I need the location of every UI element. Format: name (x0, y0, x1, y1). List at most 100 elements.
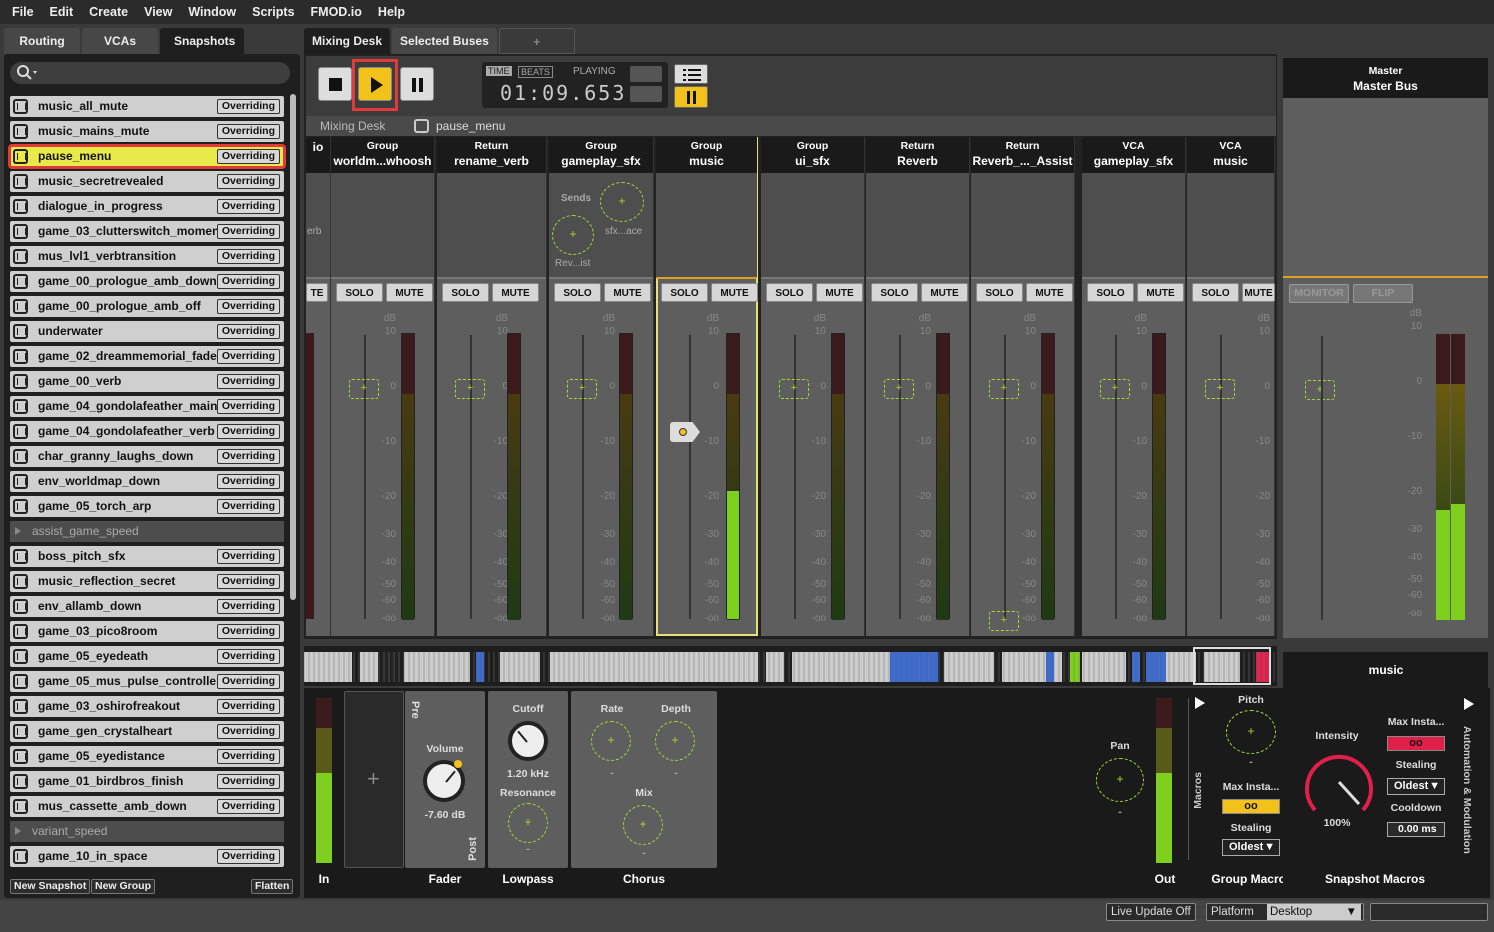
solo-button[interactable]: SOLO (442, 283, 489, 302)
snapshot-item[interactable]: env_worldmap_down Overriding (10, 471, 284, 492)
send-knob-reverb-assist[interactable]: + (552, 215, 594, 255)
fader-knob[interactable]: + (1205, 379, 1235, 399)
mute-button[interactable]: MUTE (386, 283, 433, 302)
fader-handle[interactable] (670, 422, 700, 442)
solo-button[interactable]: SOLO (336, 283, 383, 302)
flip-button[interactable]: FLIP (1353, 284, 1413, 303)
expand-automation-icon[interactable] (1463, 698, 1475, 710)
overriding-badge[interactable]: Overriding (216, 574, 280, 589)
snapshot-item[interactable]: char_granny_laughs_down Overriding (10, 446, 284, 467)
overriding-badge[interactable]: Overriding (216, 349, 280, 364)
channel-strip[interactable]: io TE erb (306, 137, 331, 636)
monitor-button[interactable]: MONITOR (1289, 284, 1349, 303)
tab-routing[interactable]: Routing (4, 28, 80, 54)
group-max-inst-field[interactable]: oo (1222, 799, 1280, 814)
overriding-badge[interactable]: Overriding (216, 249, 280, 264)
snapshot-item[interactable]: env_allamb_down Overriding (10, 596, 284, 617)
overriding-badge[interactable]: Overriding (216, 699, 280, 714)
snapshot-item[interactable]: game_04_gondolafeather_verb Overriding (10, 421, 284, 442)
solo-button[interactable]: SOLO (554, 283, 601, 302)
list-scrollbar[interactable] (290, 94, 296, 600)
strip-header[interactable]: Return rename_verb (437, 137, 546, 173)
follow-button[interactable] (630, 86, 662, 102)
fader-knob[interactable]: + (1100, 379, 1130, 399)
channel-strip[interactable]: VCA music SOLO MUTE dB 10 0 -10 -20 -30 -40 -50 -60 -… (1187, 137, 1275, 636)
snapshot-item[interactable]: pause_menu Overriding (8, 144, 286, 169)
strip-header[interactable]: Return Reverb_..._Assist (971, 137, 1074, 173)
channel-strip[interactable]: Group ui_sfx SOLO MUTE dB 10 0 -10 -20 -30 -40 -50 -… (761, 137, 865, 636)
snapshot-item[interactable]: underwater Overriding (10, 321, 284, 342)
cutoff-knob[interactable] (508, 721, 548, 761)
snapshot-group[interactable]: variant_speed (10, 821, 284, 842)
overriding-badge[interactable]: Overriding (216, 599, 280, 614)
menu-item-scripts[interactable]: Scripts (252, 5, 294, 19)
solo-button[interactable]: SOLO (1087, 283, 1134, 302)
channel-strip[interactable]: Return Reverb_..._Assist SOLO MUTE dB 10 0 -10 -… (971, 137, 1075, 636)
snapshot-item[interactable]: game_05_mus_pulse_controller Overriding (10, 671, 284, 692)
channel-strip[interactable]: VCA gameplay_sfx SOLO MUTE dB 10 0 -10 -20 -30 -40… (1082, 137, 1186, 636)
mute-button[interactable]: MUTE (492, 283, 539, 302)
send-handle[interactable]: + (989, 611, 1019, 631)
pan-knob[interactable]: + (1096, 758, 1144, 802)
master-fader[interactable]: + (1305, 380, 1335, 400)
overriding-badge[interactable]: Overriding (216, 749, 280, 764)
menu-item-window[interactable]: Window (188, 5, 236, 19)
channel-strip[interactable]: Group music SOLO MUTE dB 10 0 -10 -20 -30 -40 -50 -6… (656, 137, 758, 636)
snapshot-item[interactable]: game_03_clutterswitch_moment Overriding (10, 221, 284, 242)
overriding-badge[interactable]: Overriding (216, 99, 280, 114)
resonance-knob[interactable]: + (508, 803, 548, 843)
menu-item-help[interactable]: Help (378, 5, 405, 19)
overriding-badge[interactable]: Overriding (216, 474, 280, 489)
channel-strip[interactable]: Return rename_verb SOLO MUTE dB 10 0 -10 -20 -30-… (437, 137, 547, 636)
snapshot-item[interactable]: game_04_gondolafeather_main Overriding (10, 396, 284, 417)
overriding-badge[interactable]: Overriding (216, 649, 280, 664)
overriding-badge[interactable]: Overriding (216, 324, 280, 339)
overriding-badge[interactable]: Overriding (216, 549, 280, 564)
notification-field[interactable] (1370, 903, 1488, 921)
volume-knob[interactable] (423, 760, 465, 802)
solo-button[interactable]: SOLO (661, 283, 708, 302)
snapshot-item[interactable]: mus_lvl1_verbtransition Overriding (10, 246, 284, 267)
fader-knob[interactable]: + (884, 379, 914, 399)
expand-macros-icon[interactable] (1194, 697, 1206, 709)
strip-header[interactable]: Group ui_sfx (761, 137, 864, 173)
add-effect-slot[interactable]: + (344, 691, 404, 868)
strip-overview[interactable] (303, 646, 1277, 686)
snapshot-item[interactable]: dialogue_in_progress Overriding (10, 196, 284, 217)
mute-button[interactable]: MUTE (711, 283, 758, 302)
depth-knob[interactable]: + (655, 721, 695, 761)
intensity-knob[interactable] (1299, 742, 1379, 822)
mute-button[interactable]: MUTE (816, 283, 863, 302)
channel-strip[interactable]: Return Reverb SOLO MUTE dB 10 0 -10 -20 -30 -40 -50… (866, 137, 970, 636)
mute-button[interactable]: MUTE (1137, 283, 1184, 302)
strip-header[interactable]: io (306, 137, 330, 173)
mute-button[interactable]: MUTE (604, 283, 651, 302)
pause-button[interactable] (400, 67, 434, 101)
send-knob-sfx[interactable]: + (600, 182, 644, 222)
overriding-badge[interactable]: Overriding (216, 224, 280, 239)
overriding-badge[interactable]: Overriding (216, 124, 280, 139)
new-snapshot-button[interactable]: New Snapshot (10, 879, 91, 894)
strip-header[interactable]: VCA music (1187, 137, 1274, 173)
strip-header[interactable]: VCA gameplay_sfx (1082, 137, 1185, 173)
play-button[interactable] (358, 67, 392, 101)
snapshot-group[interactable]: assist_game_speed (10, 521, 284, 542)
search-input[interactable] (10, 62, 290, 84)
strip-header[interactable]: Group gameplay_sfx (549, 137, 653, 173)
snapshot-item[interactable]: boss_pitch_sfx Overriding (10, 546, 284, 567)
tab-selected-buses[interactable]: Selected Buses (392, 28, 497, 54)
overriding-badge[interactable]: Overriding (216, 674, 280, 689)
mute-button[interactable]: TE (306, 283, 328, 302)
strip-header[interactable]: Return Reverb (866, 137, 969, 173)
add-tab-button[interactable]: + (498, 28, 575, 54)
snapshot-item[interactable]: game_00_prologue_amb_off Overriding (10, 296, 284, 317)
snapshot-item[interactable]: game_10_in_space Overriding (10, 846, 284, 867)
fader-knob[interactable]: + (455, 379, 485, 399)
overriding-badge[interactable]: Overriding (216, 424, 280, 439)
beats-mode[interactable]: BEATS (518, 66, 553, 78)
mix-knob[interactable]: + (623, 805, 663, 845)
solo-button[interactable]: SOLO (1192, 283, 1239, 302)
loop-button[interactable] (630, 66, 662, 82)
overriding-badge[interactable]: Overriding (216, 374, 280, 389)
breadcrumb-root[interactable]: Mixing Desk (320, 119, 385, 133)
